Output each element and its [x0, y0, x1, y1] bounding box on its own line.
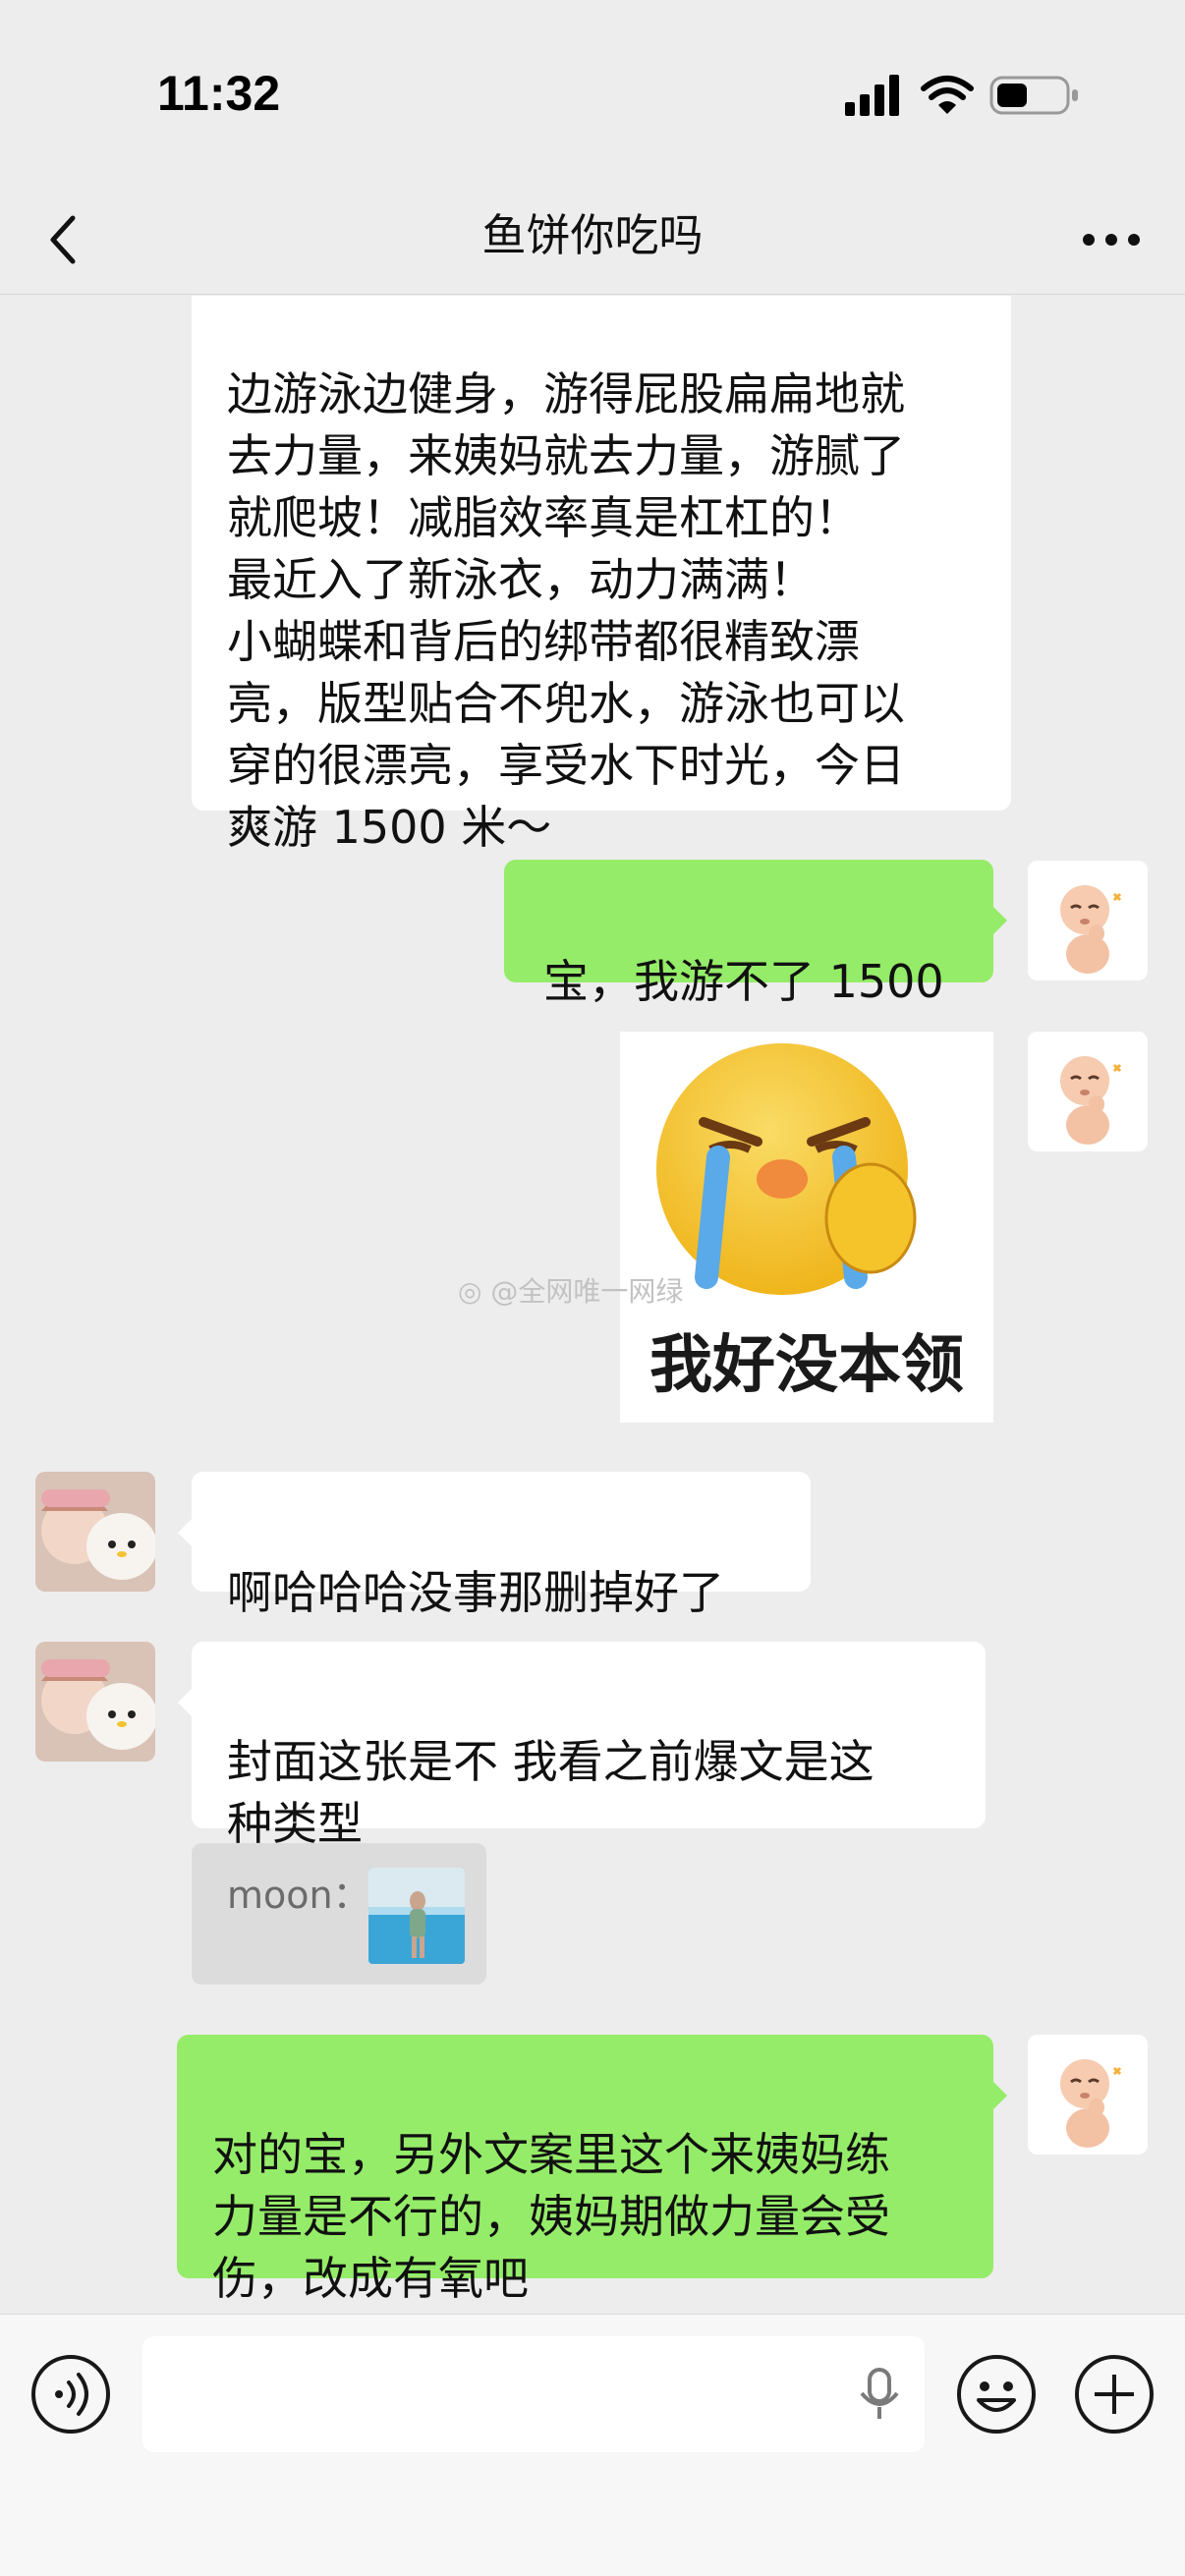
bubble-tail	[178, 1689, 192, 1716]
pool-photo-icon	[368, 1868, 465, 1964]
message-input[interactable]	[142, 2336, 925, 2452]
my-avatar[interactable]	[1028, 2035, 1148, 2155]
baby-avatar-icon	[1028, 861, 1148, 980]
quoted-message[interactable]: moon：	[192, 1843, 486, 1985]
my-avatar[interactable]	[1028, 1032, 1148, 1151]
plus-icon	[1075, 2355, 1154, 2434]
bubble-tail	[993, 2082, 1007, 2109]
input-bar	[0, 2314, 1185, 2576]
bubble-tail	[993, 907, 1007, 934]
quote-thumbnail[interactable]	[368, 1868, 465, 1964]
message-text: 对的宝，另外文案里这个来姨妈练 力量是不行的，姨妈期做力量会受 伤，改成有氧吧	[212, 2128, 890, 2305]
contact-photo-icon	[35, 1472, 155, 1592]
voice-toggle-button[interactable]	[29, 2353, 112, 2436]
message-bubble-received[interactable]: 封面这张是不 我看之前爆文是这 种类型	[192, 1642, 986, 1850]
message-bubble-sent[interactable]: 对的宝，另外文案里这个来姨妈练 力量是不行的，姨妈期做力量会受 伤，改成有氧吧	[177, 2035, 993, 2305]
sticker-message[interactable]: 我好没本领	[620, 1032, 993, 1423]
more-button[interactable]	[1077, 214, 1146, 265]
microphone-icon	[860, 2368, 899, 2419]
message-bubble-received[interactable]: 啊哈哈哈没事那删掉好了	[192, 1472, 811, 1619]
more-dots-icon	[1083, 234, 1140, 246]
baby-avatar-icon	[1028, 1032, 1148, 1151]
sticker-caption: 我好没本领	[649, 1329, 964, 1402]
quote-author: moon：	[227, 1874, 370, 1917]
watermark-text: @全网唯一网绿	[490, 1275, 684, 1308]
my-avatar[interactable]	[1028, 861, 1148, 980]
message-bubble-received[interactable]: 边游泳边健身，游得屁股扁扁地就 去力量，来姨妈就去力量，游腻了 就爬坡！减脂效率…	[192, 296, 1011, 854]
message-text: 边游泳边健身，游得屁股扁扁地就 去力量，来姨妈就去力量，游腻了 就爬坡！减脂效率…	[227, 367, 905, 854]
status-icons	[845, 73, 1081, 116]
wifi-icon	[921, 76, 974, 114]
contact-photo-icon	[35, 1642, 155, 1762]
status-bar: 11:32	[0, 0, 1185, 187]
emoji-button[interactable]	[955, 2353, 1038, 2436]
message-text: 宝，我游不了 1500	[543, 955, 944, 1008]
chat-title: 鱼饼你吃吗	[481, 209, 704, 261]
message-bubble-sent[interactable]: 宝，我游不了 1500	[504, 860, 993, 1008]
contact-avatar[interactable]	[35, 1642, 155, 1762]
watermark: ◎ @全网唯一网绿	[458, 1270, 683, 1310]
battery-icon	[989, 76, 1078, 115]
bubble-tail	[178, 1519, 192, 1546]
contact-avatar[interactable]	[35, 1472, 155, 1592]
chat-header: 鱼饼你吃吗	[0, 187, 1185, 295]
baby-avatar-icon	[1028, 2035, 1148, 2155]
status-time: 11:32	[157, 66, 281, 121]
emoji-icon	[957, 2355, 1036, 2434]
weibo-icon: ◎	[458, 1275, 482, 1308]
message-text: 啊哈哈哈没事那删掉好了	[227, 1566, 724, 1619]
more-actions-button[interactable]	[1073, 2353, 1156, 2436]
voice-icon	[31, 2355, 110, 2434]
cellular-signal-icon	[845, 75, 899, 116]
message-text: 封面这张是不 我看之前爆文是这 种类型	[227, 1735, 875, 1850]
